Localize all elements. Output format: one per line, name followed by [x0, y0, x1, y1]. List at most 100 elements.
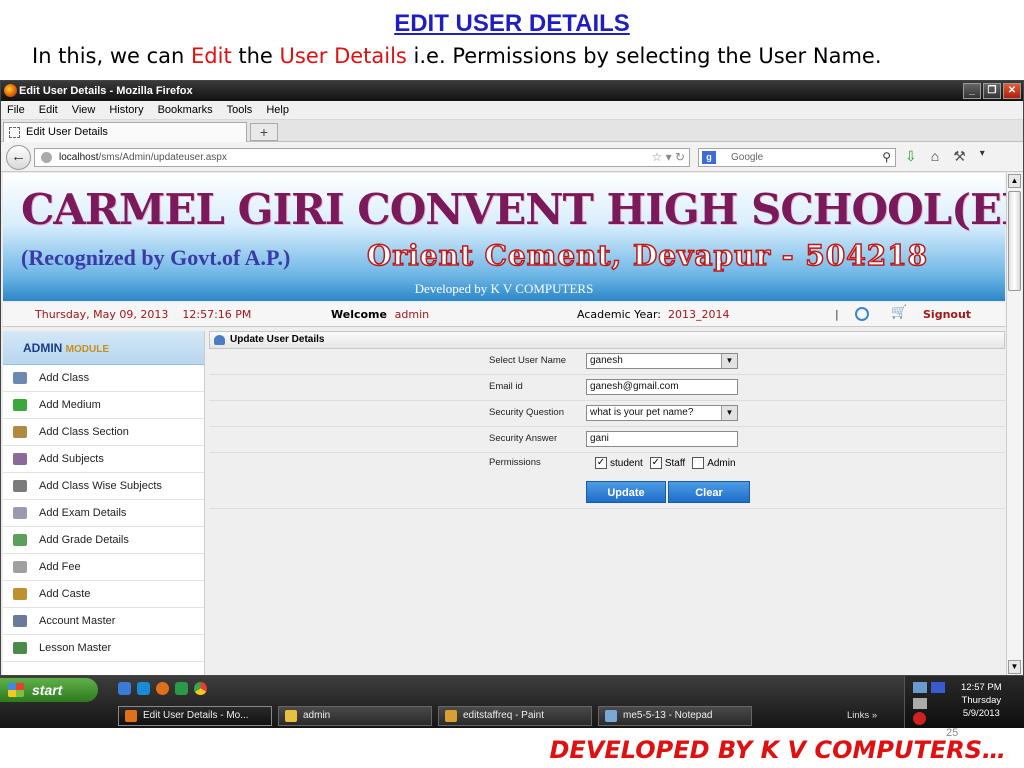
monitor-icon[interactable]	[931, 682, 945, 693]
firefox-icon	[4, 84, 17, 97]
security-question-select[interactable]: what is your pet name? ▼	[586, 405, 738, 421]
clock-date: 5/9/2013	[962, 708, 1000, 719]
tab-edit-user-details[interactable]: Edit User Details	[3, 122, 247, 142]
sidebar-item[interactable]: Add Caste	[3, 581, 204, 608]
system-tray: 12:57 PM Thursday 5/9/2013	[904, 676, 1024, 728]
url-path: /sms/Admin/updateuser.aspx	[98, 152, 227, 163]
taskbar-button[interactable]: admin	[278, 706, 432, 726]
cart-icon[interactable]: 🛒	[891, 305, 907, 320]
chrome-icon[interactable]	[194, 682, 207, 695]
row-security-answer: Security Answer gani	[209, 427, 1005, 453]
taskbar-button[interactable]: editstaffreq - Paint	[438, 706, 592, 726]
security-alert-icon[interactable]	[913, 712, 926, 725]
sidebar-item-label: Add Grade Details	[39, 534, 129, 546]
ie-icon[interactable]	[137, 682, 150, 695]
close-button[interactable]: ✕	[1003, 83, 1021, 99]
clear-button[interactable]: Clear	[668, 481, 750, 503]
menu-item-icon	[13, 426, 27, 438]
taskbar-button-label: me5-5-13 - Notepad	[623, 710, 713, 721]
sidebar-item[interactable]: Add Class Wise Subjects	[3, 473, 204, 500]
sidebar-item[interactable]: Add Subjects	[3, 446, 204, 473]
tools-icon[interactable]: ⚒	[953, 148, 966, 165]
row-email: Email id ganesh@gmail.com	[209, 375, 1005, 401]
bookmark-star-icon[interactable]: ☆	[651, 150, 662, 164]
sidebar-item-label: Lesson Master	[39, 642, 112, 654]
menu-item-icon	[13, 480, 27, 492]
sidebar-item[interactable]: Add Class Section	[3, 419, 204, 446]
url-bar[interactable]: localhost/sms/Admin/updateuser.aspx ☆ ▾ …	[34, 148, 690, 167]
permission-checkbox[interactable]: ✓	[649, 457, 662, 469]
email-field[interactable]: ganesh@gmail.com	[586, 379, 738, 395]
subtitle-part: the	[231, 44, 280, 68]
menu-dropdown-icon[interactable]: ▾	[980, 148, 985, 165]
school-banner: CARMEL GIRI CONVENT HIGH SCHOOL(EM&TM) (…	[3, 173, 1007, 301]
app-icon[interactable]	[175, 682, 188, 695]
menu-view[interactable]: View	[72, 104, 96, 116]
start-button[interactable]: start	[0, 678, 98, 702]
welcome-label: Welcome	[331, 308, 387, 321]
speaker-icon[interactable]	[913, 698, 927, 709]
panel-title: Update User Details	[230, 334, 325, 345]
menu-file[interactable]: File	[7, 104, 25, 116]
links-toolbar[interactable]: Links »	[847, 710, 877, 721]
dropdown-icon[interactable]: ▾	[666, 150, 672, 164]
download-icon[interactable]: ⇩	[905, 148, 917, 165]
browser-window: Edit User Details - Mozilla Firefox _ ❐ …	[0, 80, 1024, 676]
sidebar-item[interactable]: Lesson Master	[3, 635, 204, 662]
security-answer-label: Security Answer	[489, 433, 558, 444]
sidebar-item-label: Add Class Section	[39, 426, 129, 438]
email-label: Email id	[489, 381, 523, 392]
taskbar-button[interactable]: me5-5-13 - Notepad	[598, 706, 752, 726]
minimize-button[interactable]: _	[963, 83, 981, 99]
signout-link[interactable]: Signout	[923, 308, 971, 321]
watermark	[661, 521, 718, 578]
search-icon[interactable]: ⚲	[882, 149, 891, 166]
restore-button[interactable]: ❐	[983, 83, 1001, 99]
permission-checkbox[interactable]	[692, 457, 705, 469]
home-icon[interactable]: ⌂	[931, 148, 939, 165]
page-content: CARMEL GIRI CONVENT HIGH SCHOOL(EM&TM) (…	[3, 173, 1007, 675]
new-tab-button[interactable]: +	[250, 123, 278, 141]
menu-item-icon	[13, 399, 27, 411]
power-icon[interactable]	[855, 307, 869, 321]
vertical-scrollbar[interactable]: ▲ ▼	[1006, 173, 1022, 675]
user-name-select[interactable]: ganesh ▼	[586, 353, 738, 369]
show-desktop-icon[interactable]	[118, 682, 131, 695]
scroll-up-icon[interactable]: ▲	[1008, 174, 1021, 188]
tray-clock[interactable]: 12:57 PM Thursday 5/9/2013	[961, 681, 1002, 720]
search-bar[interactable]: g Google ⚲	[698, 148, 896, 167]
menu-history[interactable]: History	[109, 104, 143, 116]
scroll-down-icon[interactable]: ▼	[1008, 660, 1021, 674]
windows-logo-icon	[8, 683, 24, 697]
panel-header: Update User Details	[209, 331, 1005, 349]
menu-help[interactable]: Help	[266, 104, 289, 116]
network-icon[interactable]	[913, 682, 927, 693]
welcome-text: Welcome admin	[331, 308, 429, 321]
update-button[interactable]: Update	[586, 481, 666, 503]
menu-item-icon	[13, 615, 27, 627]
menu-item-icon	[13, 372, 27, 384]
window-titlebar: Edit User Details - Mozilla Firefox _ ❐ …	[1, 81, 1023, 101]
sidebar-item[interactable]: Add Fee	[3, 554, 204, 581]
tab-bar: Edit User Details +	[1, 120, 1023, 142]
clock-day: Thursday	[961, 695, 1002, 706]
navigation-bar: ← localhost/sms/Admin/updateuser.aspx ☆ …	[1, 142, 1023, 172]
permission-checkbox[interactable]: ✓	[595, 457, 607, 469]
back-button[interactable]: ←	[6, 145, 31, 170]
menu-bookmarks[interactable]: Bookmarks	[158, 104, 213, 116]
menu-edit[interactable]: Edit	[39, 104, 58, 116]
reload-icon[interactable]: ↻	[675, 150, 685, 164]
security-answer-field[interactable]: gani	[586, 431, 738, 447]
google-icon[interactable]: g	[702, 151, 716, 164]
sidebar-item[interactable]: Add Class	[3, 365, 204, 392]
sidebar-item[interactable]: Add Medium	[3, 392, 204, 419]
sidebar-item[interactable]: Add Grade Details	[3, 527, 204, 554]
sidebar-item[interactable]: Add Exam Details	[3, 500, 204, 527]
scroll-thumb[interactable]	[1008, 191, 1021, 291]
subtitle-part: In this, we can	[32, 44, 192, 68]
menu-tools[interactable]: Tools	[227, 104, 253, 116]
sidebar-item[interactable]: Account Master	[3, 608, 204, 635]
taskbar-button[interactable]: Edit User Details - Mo...	[118, 706, 272, 726]
firefox-icon[interactable]	[156, 682, 169, 695]
row-select-user: Select User Name ganesh ▼	[209, 349, 1005, 375]
